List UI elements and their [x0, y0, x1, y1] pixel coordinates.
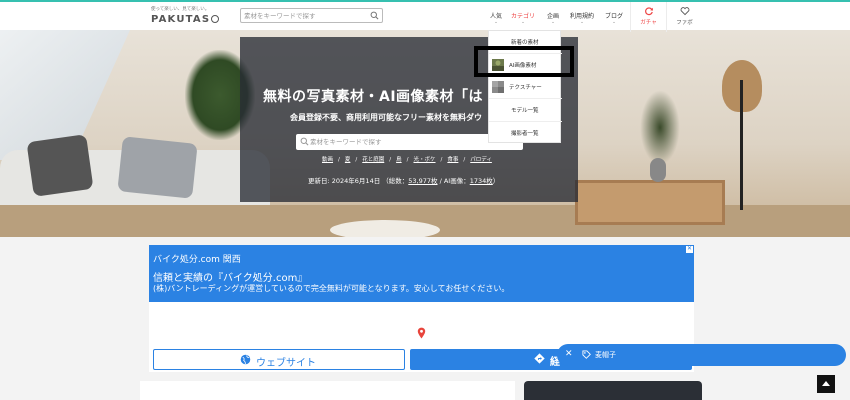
website-button[interactable]: ウェブサイト — [153, 349, 405, 370]
logo-o-icon — [211, 15, 220, 23]
gacha-label: ガチャ — [640, 20, 657, 26]
directions-icon — [534, 353, 545, 364]
tag-icon — [582, 350, 591, 359]
sidebar-card — [524, 381, 702, 400]
hero-title: 無料の写真素材・AI画像素材「は — [263, 89, 484, 105]
ad-headline: 信頼と実績の『バイク処分.com』 — [153, 273, 308, 284]
dropdown-item-label: テクスチャー — [509, 85, 542, 91]
chevron-down-icon: ⌄ — [580, 20, 584, 25]
hero-subtitle: 会員登録不要、商用利用可能なフリー素材を無料ダウ — [290, 113, 482, 122]
refresh-icon — [644, 7, 653, 16]
tag-link[interactable]: 夏 — [345, 157, 351, 163]
update-date: 更新日: 2024年6月14日 （総数： — [308, 177, 409, 185]
chip-label: 麦帽子 — [595, 351, 616, 359]
map-pin-icon — [417, 327, 426, 339]
page: 使って楽しい、見て楽しい。 PAKUTAS 人気 ⌄ カテゴリ ⌄ 企画 ⌄ — [0, 0, 850, 400]
hero-table — [330, 220, 440, 237]
hero-shelf — [575, 180, 725, 225]
nav-blog-label: ブログ — [605, 13, 624, 20]
nav-terms[interactable]: 利用規約 ⌄ — [570, 11, 594, 26]
search-icon — [300, 137, 309, 146]
logo-wordmark: PAKUTAS — [151, 14, 220, 25]
nav-blog[interactable]: ブログ ⌄ — [605, 11, 623, 26]
hero-lamp-stand — [740, 80, 743, 210]
back-to-top-button[interactable] — [817, 375, 835, 393]
hero-pillow — [117, 136, 198, 199]
globe-icon — [240, 354, 251, 365]
ad-close-icon[interactable]: ✕ — [686, 246, 693, 253]
ad-banner[interactable]: バイク処分.com 関西 信頼と実績の『バイク処分.com』 (株)バントレーデ… — [149, 245, 694, 302]
chevron-down-icon: ⌄ — [551, 20, 555, 25]
website-button-label: ウェブサイト — [256, 358, 316, 369]
tag-link[interactable]: 花と庭園 — [362, 157, 384, 163]
ai-thumbnail-icon — [492, 59, 504, 71]
header-search-input[interactable] — [244, 10, 366, 21]
logo-tagline: 使って楽しい、見て楽しい。 — [151, 7, 210, 12]
hero-vase — [650, 158, 666, 182]
tag-link[interactable]: 動画 — [322, 157, 333, 163]
total-count-link[interactable]: 53,977枚 — [408, 177, 437, 185]
close-icon[interactable]: ✕ — [565, 349, 573, 359]
fav-button[interactable]: ファボ — [666, 2, 702, 32]
texture-thumbnail-icon — [492, 81, 504, 93]
update-info: 更新日: 2024年6月14日 （総数：53,977枚 / AI画像：1734枚… — [308, 175, 499, 185]
tag-link[interactable]: パロディ — [470, 157, 492, 163]
update-suffix: ） — [492, 177, 500, 185]
dropdown-item-label: 撮影者一覧 — [511, 131, 539, 137]
dropdown-item-photographers[interactable]: 撮影者一覧 — [489, 121, 562, 143]
dropdown-item-label: AI画像素材 — [509, 63, 537, 69]
dropdown-item-label: モデル一覧 — [511, 108, 539, 114]
nav-terms-label: 利用規約 — [570, 13, 595, 20]
keyword-chip[interactable]: ✕ 麦帽子 — [557, 344, 846, 366]
ad-description: (株)バントレーディングが運営しているので完全無料が可能となります。安心してお任… — [153, 284, 510, 293]
site-logo[interactable]: 使って楽しい、見て楽しい。 PAKUTAS — [151, 6, 226, 28]
dropdown-item-ai[interactable]: AI画像素材 — [489, 53, 562, 75]
nav-category[interactable]: カテゴリ ⌄ — [506, 11, 540, 32]
dropdown-item-new[interactable]: 新着の素材 — [489, 31, 562, 53]
hero-search-input[interactable] — [310, 136, 510, 148]
nav-popular[interactable]: 人気 ⌄ — [490, 11, 502, 26]
category-dropdown: 新着の素材 AI画像素材 テクスチャー モデル一覧 撮影者一覧 — [488, 30, 562, 143]
nav-projects[interactable]: 企画 ⌄ — [547, 11, 559, 26]
gacha-button[interactable]: ガチャ — [630, 2, 666, 32]
hero-pillow — [26, 134, 94, 197]
fav-label: ファボ — [676, 20, 693, 26]
hero-tag-links: 動画 / 夏 / 花と庭園 / 鳥 / 光・ボケ / 食事 / パロディ — [322, 157, 492, 163]
dropdown-item-label: 新着の素材 — [511, 40, 539, 46]
tag-link[interactable]: 光・ボケ — [414, 157, 436, 163]
logo-wordmark-text: PAKUTAS — [151, 14, 211, 25]
chevron-down-icon: ⌄ — [521, 20, 525, 25]
tag-link[interactable]: 食事 — [447, 157, 458, 163]
ad-advertiser: バイク処分.com 関西 — [153, 255, 241, 265]
site-header: 使って楽しい、見て楽しい。 PAKUTAS 人気 ⌄ カテゴリ ⌄ 企画 ⌄ — [0, 0, 850, 32]
nav-popular-label: 人気 — [490, 13, 503, 20]
dropdown-item-models[interactable]: モデル一覧 — [489, 98, 562, 120]
search-icon[interactable] — [370, 11, 379, 20]
dropdown-item-texture[interactable]: テクスチャー — [489, 75, 562, 97]
nav-category-label: カテゴリ — [511, 13, 536, 20]
chevron-down-icon: ⌄ — [494, 20, 498, 25]
ai-count-link[interactable]: 1734枚 — [470, 177, 493, 185]
header-search — [240, 8, 383, 23]
tag-link[interactable]: 鳥 — [396, 157, 402, 163]
nav-projects-label: 企画 — [547, 13, 560, 20]
heart-icon — [680, 7, 689, 16]
content-card — [140, 381, 515, 400]
ai-count-prefix: / AI画像： — [437, 177, 470, 185]
hero-plant — [640, 90, 680, 165]
chevron-down-icon: ⌄ — [612, 20, 616, 25]
